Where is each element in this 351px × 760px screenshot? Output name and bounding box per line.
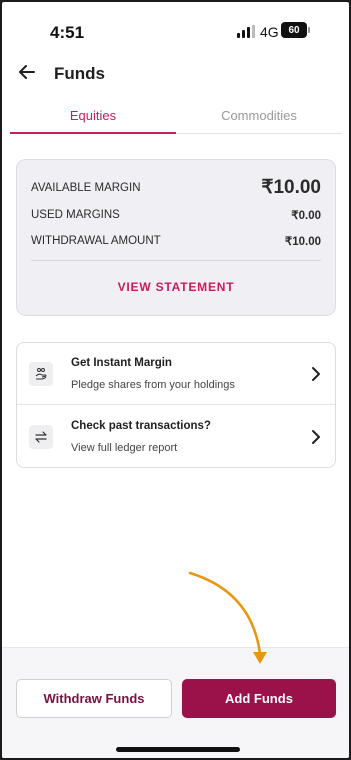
home-indicator [116,747,240,752]
instant-margin-title: Get Instant Margin [71,357,172,369]
pledge-icon [29,362,53,386]
instant-margin-row[interactable]: Get Instant Margin Pledge shares from yo… [17,343,335,405]
quick-actions-card: Get Instant Margin Pledge shares from yo… [16,342,336,468]
view-statement-link[interactable]: VIEW STATEMENT [17,280,335,294]
chevron-right-icon [312,367,320,381]
card-divider [31,260,321,261]
tab-commodities[interactable]: Commodities [176,108,342,123]
segment-tabs: Equities Commodities [10,102,342,134]
add-funds-button[interactable]: Add Funds [182,679,336,718]
available-margin-row: AVAILABLE MARGIN ₹10.00 [31,176,321,199]
past-transactions-row[interactable]: Check past transactions? View full ledge… [17,406,335,468]
past-transactions-title: Check past transactions? [71,420,211,432]
available-margin-label: AVAILABLE MARGIN [31,181,141,194]
margin-summary-card: AVAILABLE MARGIN ₹10.00 USED MARGINS ₹0.… [16,159,336,316]
instant-margin-subtitle: Pledge shares from your holdings [71,379,235,391]
signal-icon [237,25,255,38]
available-margin-value: ₹10.00 [261,177,321,198]
used-margins-value: ₹0.00 [291,210,321,222]
status-bar: 4:51 4G 60 [2,2,349,54]
withdraw-funds-button[interactable]: Withdraw Funds [16,679,172,718]
app-header: Funds [2,57,349,93]
used-margins-label: USED MARGINS [31,209,120,221]
transfer-arrows-icon [29,425,53,449]
withdrawal-amount-label: WITHDRAWAL AMOUNT [31,235,161,247]
tab-equities[interactable]: Equities [10,108,176,123]
status-time: 4:51 [50,23,85,42]
active-tab-indicator [10,132,176,134]
back-arrow-icon[interactable] [14,59,40,85]
past-transactions-subtitle: View full ledger report [71,442,178,454]
withdrawal-amount-row: WITHDRAWAL AMOUNT ₹10.00 [31,234,321,248]
chevron-right-icon [312,430,320,444]
page-title: Funds [54,64,105,83]
network-type: 4G [260,24,279,40]
battery-icon: 60 [281,22,310,38]
phone-screen: 4:51 4G 60 Funds Equities Commodities AV… [0,0,351,760]
withdrawal-amount-value: ₹10.00 [284,236,321,248]
used-margins-row: USED MARGINS ₹0.00 [31,208,321,222]
